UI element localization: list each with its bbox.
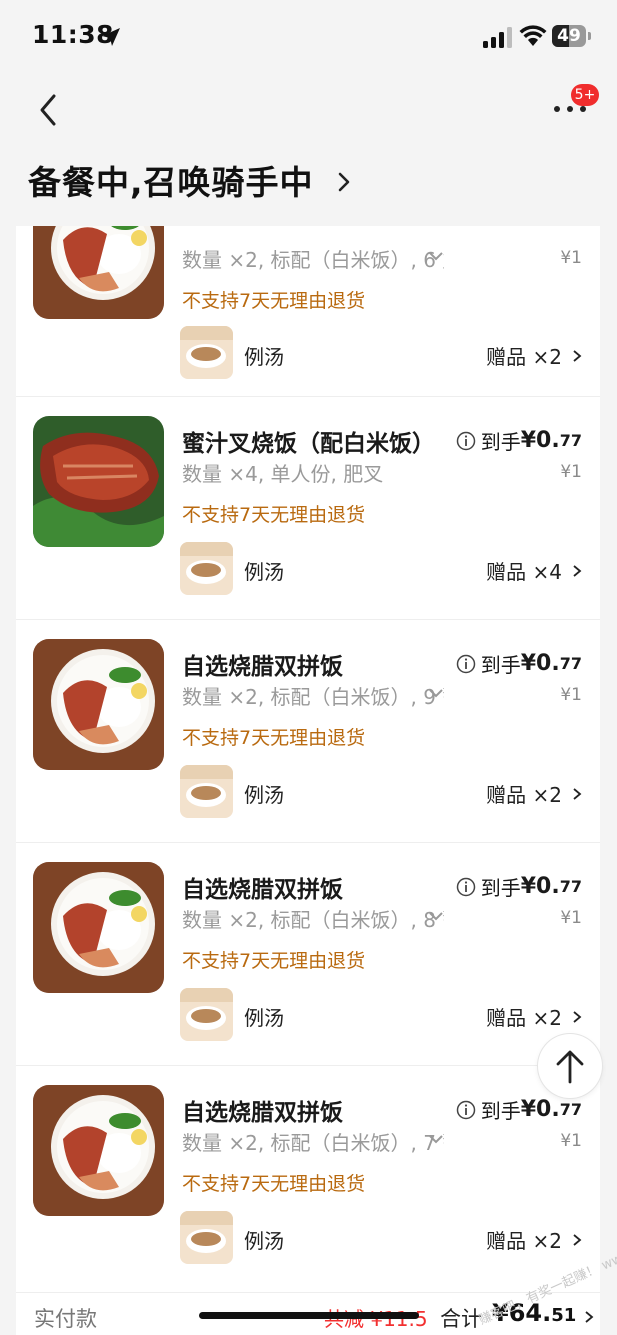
food-image (33, 416, 164, 547)
final-price[interactable]: 到手 ¥0. 77 (456, 649, 582, 678)
home-indicator[interactable] (199, 1312, 419, 1319)
item-name: 自选烧腊双拼饭 (182, 1100, 343, 1126)
item-spec: 数量 ×2, 标配（白米饭）, 7 警 (182, 1131, 444, 1155)
scroll-to-top-button[interactable] (538, 1034, 602, 1098)
back-arrow-icon[interactable] (34, 90, 64, 130)
info-icon[interactable] (456, 654, 476, 674)
soup-image (180, 765, 233, 818)
food-image (33, 862, 164, 993)
return-policy-note: 不支持7天无理由退货 (182, 950, 366, 972)
soup-image (180, 326, 233, 379)
payment-label: 实付款 (34, 1307, 97, 1331)
page-title[interactable]: 备餐中,召唤骑手中 (28, 156, 314, 204)
total-label: 合计 (440, 1307, 482, 1331)
final-price[interactable]: 到手 ¥0. 77 (456, 426, 582, 455)
gift-name: 例汤 (244, 1229, 284, 1253)
food-image (33, 639, 164, 770)
gift-count[interactable]: 赠品 ×2 (486, 341, 582, 370)
status-bar: 11:38 49 (0, 0, 617, 76)
return-policy-note: 不支持7天无理由退货 (182, 1173, 366, 1195)
battery-icon: 49 (552, 25, 592, 49)
chevron-right-icon (573, 564, 582, 577)
gift-name: 例汤 (244, 1006, 284, 1030)
chevron-right-icon (573, 787, 582, 800)
chevron-down-icon[interactable] (428, 687, 444, 699)
wifi-icon (519, 25, 547, 46)
gift-name: 例汤 (244, 560, 284, 584)
return-policy-note: 不支持7天无理由退货 (182, 727, 366, 749)
item-spec: 数量 ×2, 标配（白米饭）, 8 警 (182, 908, 444, 932)
item-spec: 数量 ×4, 单人份, 肥叉 (182, 462, 384, 486)
list-item[interactable]: 数量 ×2, 标配（白米饭）, 6 玺 ¥1 不支持7天无理由退货 例汤 赠品 … (16, 226, 600, 379)
original-price: ¥1 (560, 462, 582, 482)
more-dots-icon (554, 106, 560, 112)
list-item[interactable]: 自选烧腊双拼饭 到手 ¥0. 77 数量 ×2, 标配（白米饭）, 7 警 ¥1 … (16, 1065, 600, 1287)
final-price[interactable]: 到手 ¥0. 77 (456, 1095, 582, 1124)
arrow-up-icon (556, 1050, 584, 1084)
list-item[interactable]: 蜜汁叉烧饭（配白米饭） 到手 ¥0. 77 数量 ×4, 单人份, 肥叉 ¥1 不… (16, 396, 600, 618)
item-name: 蜜汁叉烧饭（配白米饭） (182, 431, 435, 457)
return-policy-note: 不支持7天无理由退货 (182, 290, 366, 312)
food-image (33, 226, 164, 319)
battery-level: 49 (557, 26, 581, 46)
order-items-card: 数量 ×2, 标配（白米饭）, 6 玺 ¥1 不支持7天无理由退货 例汤 赠品 … (16, 226, 600, 1334)
list-item[interactable]: 自选烧腊双拼饭 到手 ¥0. 77 数量 ×2, 标配（白米饭）, 9 警 ¥1 … (16, 619, 600, 841)
return-policy-note: 不支持7天无理由退货 (182, 504, 366, 526)
list-item[interactable]: 自选烧腊双拼饭 到手 ¥0. 77 数量 ×2, 标配（白米饭）, 8 警 ¥1 … (16, 842, 600, 1064)
chevron-right-icon[interactable] (584, 1310, 594, 1324)
chevron-right-icon[interactable] (336, 170, 352, 194)
item-spec: 数量 ×2, 标配（白米饭）, 9 警 (182, 685, 444, 709)
signal-icon (483, 27, 512, 48)
info-icon[interactable] (456, 1100, 476, 1120)
food-image (33, 1085, 164, 1216)
final-price[interactable]: 到手 ¥0. 77 (456, 872, 582, 901)
chevron-right-icon (573, 1233, 582, 1246)
info-icon[interactable] (456, 431, 476, 451)
item-name: 自选烧腊双拼饭 (182, 877, 343, 903)
gift-count[interactable]: 赠品 ×2 (486, 1002, 582, 1031)
gift-name: 例汤 (244, 783, 284, 807)
item-name: 自选烧腊双拼饭 (182, 654, 343, 680)
gift-count[interactable]: 赠品 ×4 (486, 556, 582, 585)
original-price: ¥1 (560, 908, 582, 928)
chevron-down-icon[interactable] (428, 910, 444, 922)
item-spec: 数量 ×2, 标配（白米饭）, 6 玺 (182, 248, 444, 272)
soup-image (180, 988, 233, 1041)
original-price: ¥1 (560, 1131, 582, 1151)
info-icon[interactable] (456, 877, 476, 897)
original-price: ¥1 (560, 248, 582, 268)
chevron-down-icon[interactable] (428, 250, 444, 262)
gift-name: 例汤 (244, 345, 284, 369)
soup-image (180, 1211, 233, 1264)
gift-count[interactable]: 赠品 ×2 (486, 779, 582, 808)
gift-count[interactable]: 赠品 ×2 (486, 1225, 582, 1254)
chevron-right-icon (573, 349, 582, 362)
chevron-down-icon[interactable] (428, 1133, 444, 1145)
chevron-right-icon (573, 1010, 582, 1023)
original-price: ¥1 (560, 685, 582, 705)
notification-badge: 5+ (571, 84, 599, 106)
soup-image (180, 542, 233, 595)
location-arrow-icon (102, 28, 120, 46)
